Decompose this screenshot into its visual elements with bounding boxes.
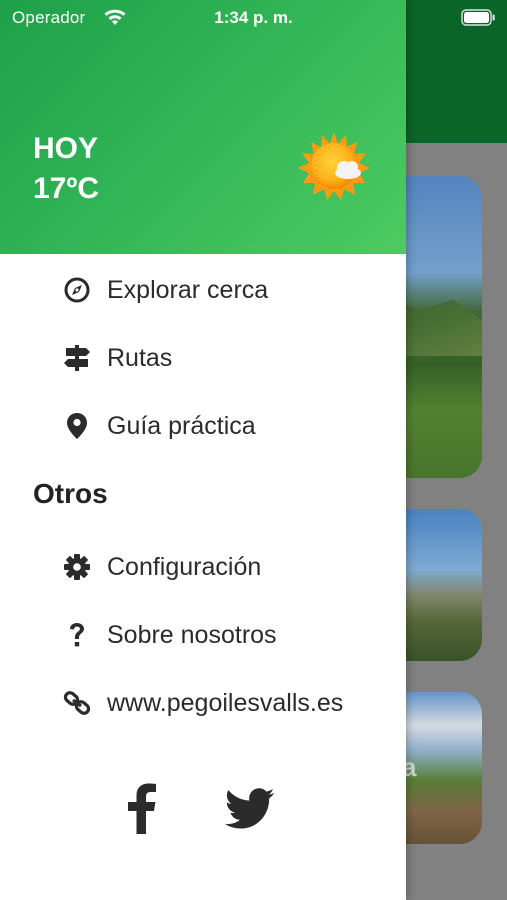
menu-item-label: Configuración (107, 553, 262, 581)
status-time: 1:34 p. m. (214, 8, 293, 27)
menu-item-label: Guía práctica (107, 412, 256, 440)
menu-item-label: www.pegoilesvalls.es (107, 689, 344, 717)
menu-item-explorar-cerca[interactable]: Explorar cerca (0, 262, 406, 318)
menu-item-rutas[interactable]: Rutas (0, 330, 406, 386)
twitter-icon[interactable] (224, 788, 276, 830)
map-pin-icon (63, 412, 91, 440)
compass-icon (63, 276, 91, 304)
menu-item-guia-practica[interactable]: Guía práctica (0, 398, 406, 454)
menu-item-website-link[interactable]: www.pegoilesvalls.es (0, 675, 406, 731)
gear-icon (63, 553, 91, 581)
link-icon (63, 689, 91, 717)
facebook-icon[interactable] (124, 782, 158, 834)
menu-item-sobre-nosotros[interactable]: Sobre nosotros (0, 607, 406, 663)
question-icon (63, 621, 91, 649)
status-bar: Operador 1:34 p. m. (0, 0, 507, 36)
weather-day-label: HOY (33, 132, 99, 165)
signpost-icon (63, 344, 91, 372)
weather-header: HOY 17ºC (0, 0, 406, 254)
menu-item-label: Explorar cerca (107, 276, 269, 304)
weather-temperature: 17ºC (33, 172, 99, 205)
menu-item-configuracion[interactable]: Configuración (0, 539, 406, 595)
menu-item-label: Rutas (107, 344, 173, 372)
section-title-otros: Otros (33, 478, 108, 509)
menu-item-label: Sobre nosotros (107, 621, 277, 649)
sun-cloud-icon (298, 132, 370, 200)
navigation-drawer: HOY 17ºC Explorar cerca Rutas Guía práct… (0, 0, 406, 900)
battery-icon (461, 9, 495, 26)
